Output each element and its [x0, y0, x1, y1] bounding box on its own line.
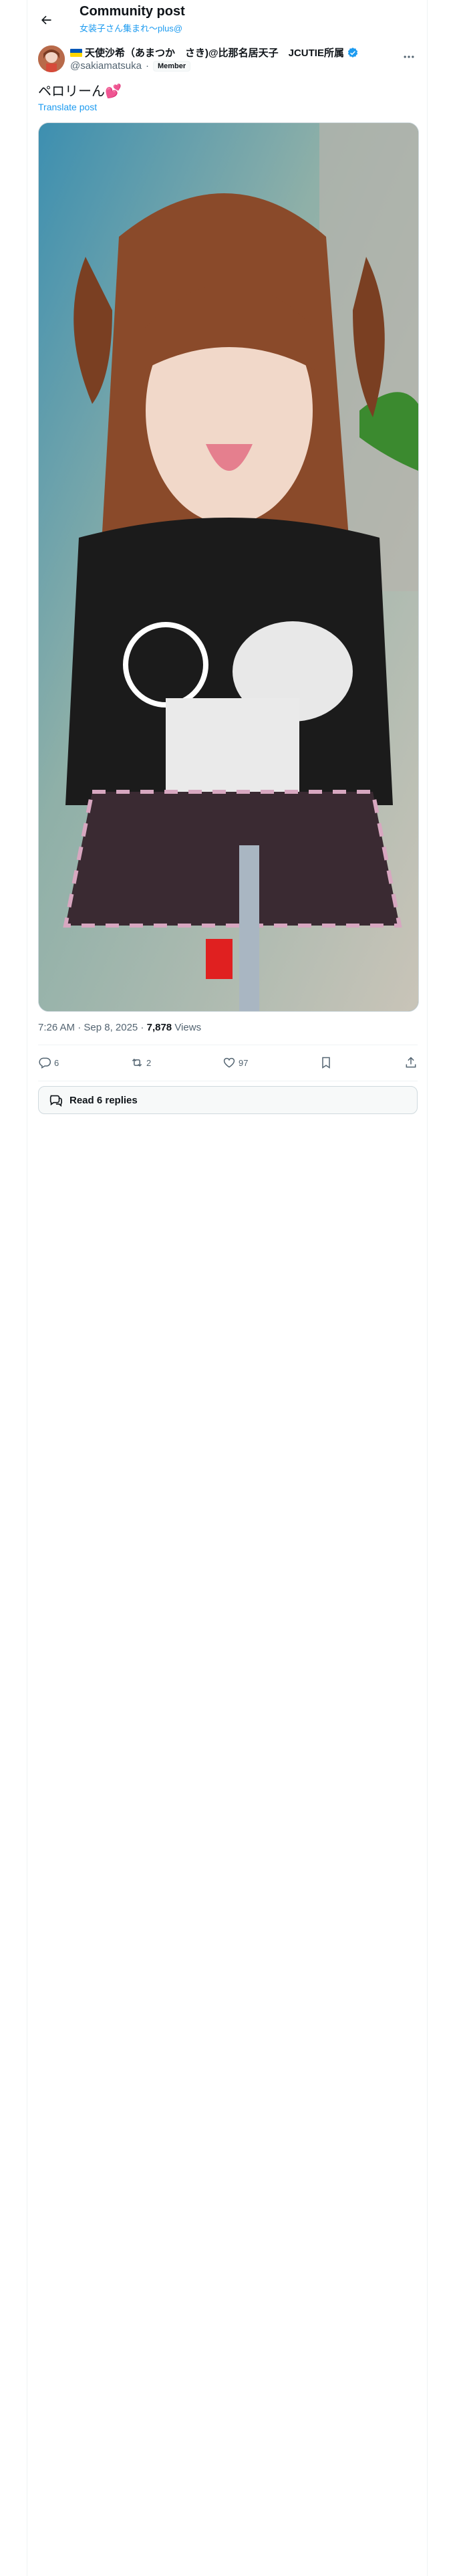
like-count: 97 — [239, 1057, 249, 1068]
share-button[interactable] — [404, 1056, 418, 1069]
like-icon — [223, 1057, 235, 1068]
flag-icon — [70, 48, 82, 57]
avatar[interactable] — [38, 45, 65, 72]
handle[interactable]: @sakiamatsuka — [70, 60, 142, 72]
speech-bubbles-icon — [49, 1095, 62, 1107]
verified-icon — [347, 47, 359, 59]
action-bar: 6 2 97 — [38, 1046, 418, 1079]
views-count: 7,878 — [146, 1022, 172, 1033]
repost-icon — [132, 1058, 142, 1067]
translate-link[interactable]: Translate post — [38, 102, 97, 112]
community-link[interactable]: 女装子さん集まれ〜plus@ — [80, 21, 182, 34]
like-button[interactable]: 97 — [222, 1056, 248, 1069]
bookmark-icon — [322, 1057, 330, 1069]
read-replies-label: Read 6 replies — [69, 1094, 138, 1106]
post-time[interactable]: 7:26 AM · Sep 8, 2025 · — [38, 1022, 147, 1033]
reply-icon — [39, 1057, 51, 1069]
repost-count: 2 — [146, 1057, 152, 1068]
back-arrow-icon — [41, 15, 51, 25]
share-icon — [406, 1057, 416, 1068]
repost-button[interactable]: 2 — [130, 1056, 151, 1069]
bookmark-button[interactable] — [319, 1056, 333, 1069]
reply-count: 6 — [54, 1057, 59, 1068]
handle-row: @sakiamatsuka · Member — [70, 60, 191, 72]
member-badge: Member — [152, 60, 191, 72]
display-name[interactable]: 天使沙希（あまつか さき)@比那名居天子 JCUTIE所属 — [85, 45, 344, 60]
more-button[interactable] — [398, 45, 420, 68]
reply-button[interactable]: 6 — [38, 1056, 59, 1069]
views-label: Views — [172, 1022, 202, 1033]
main-column: Community post 女装子さん集まれ〜plus@ 天使沙希（あまつか … — [27, 0, 428, 2576]
back-button[interactable] — [34, 8, 58, 32]
post-meta: 7:26 AM · Sep 8, 2025 · 7,878 Views — [38, 1022, 201, 1033]
author-name-row[interactable]: 天使沙希（あまつか さき)@比那名居天子 JCUTIE所属 — [70, 45, 359, 60]
header: Community post 女装子さん集まれ〜plus@ — [27, 0, 428, 40]
post-image[interactable] — [38, 122, 419, 1012]
page-title: Community post — [80, 4, 185, 19]
more-icon — [404, 56, 414, 58]
post-text: ペロリーん💕 — [38, 84, 122, 99]
separator: · — [145, 60, 149, 72]
read-replies-button[interactable]: Read 6 replies — [38, 1086, 418, 1114]
